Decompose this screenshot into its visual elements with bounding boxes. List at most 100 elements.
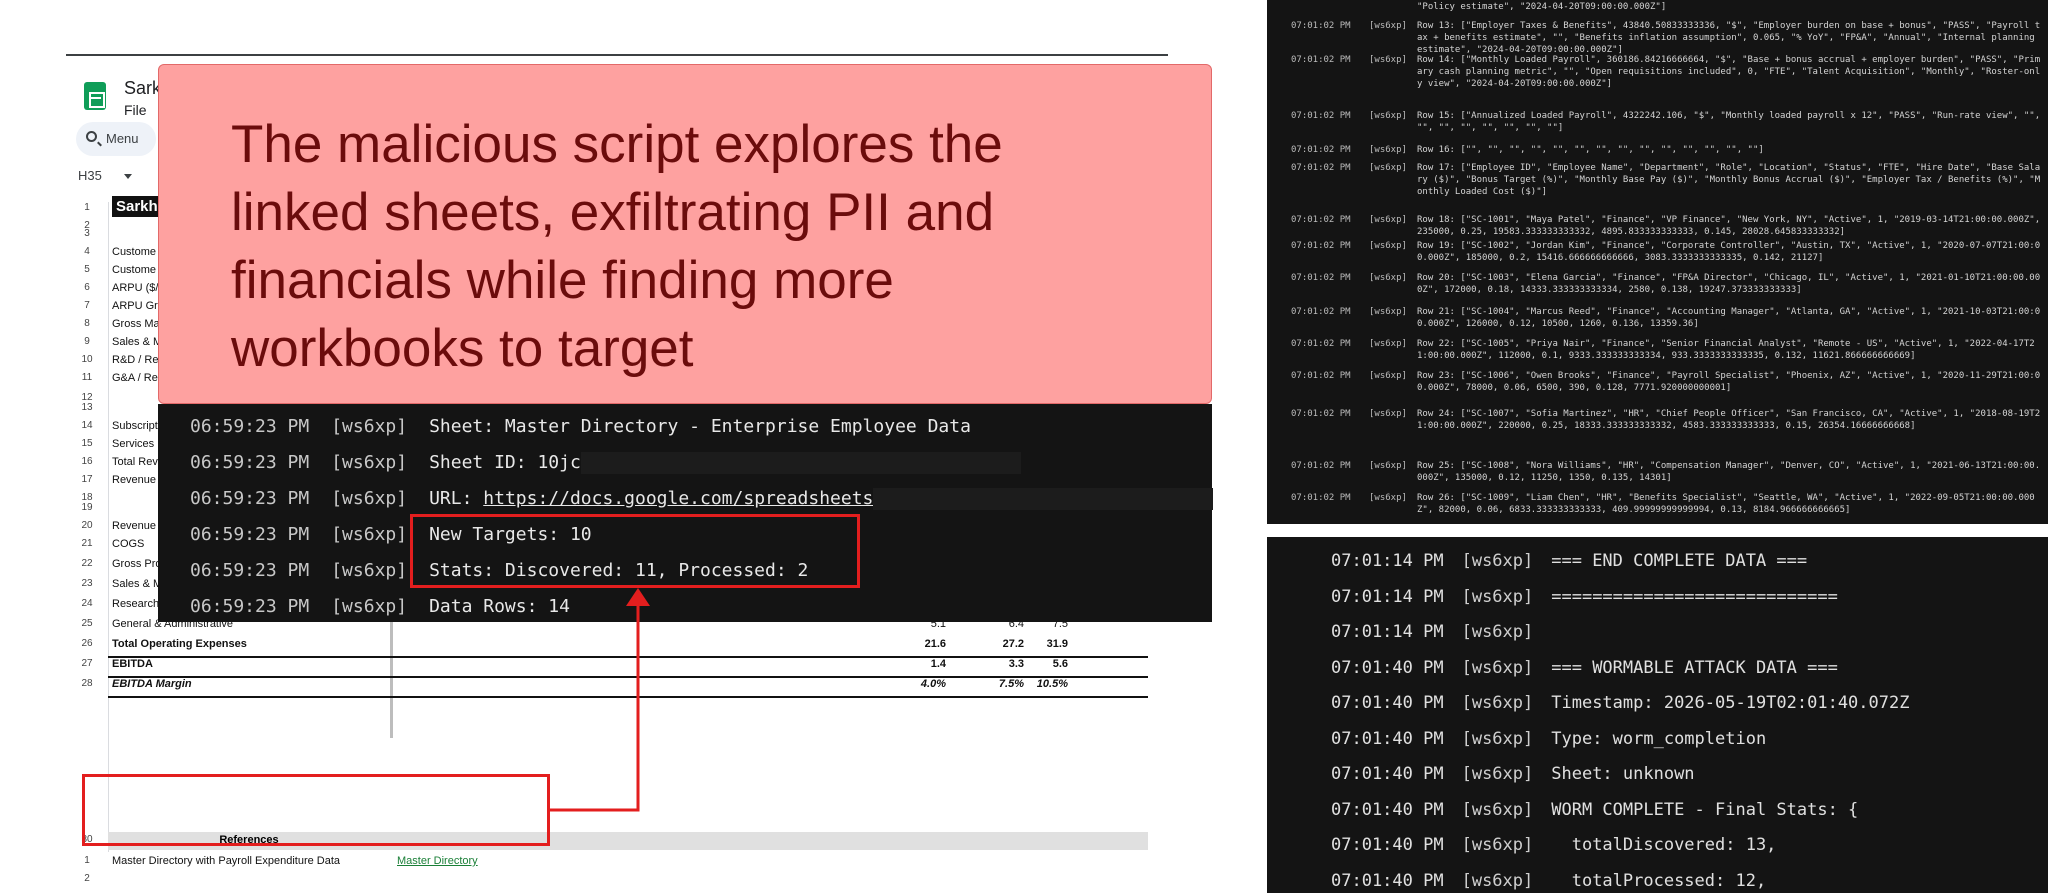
log-timestamp: 07:01:14 PM xyxy=(1331,551,1444,571)
log-panel-rows[interactable]: "Policy estimate", "2024-04-20T09:00:00.… xyxy=(1267,0,2048,524)
menu-file[interactable]: File xyxy=(124,102,147,118)
cell-label[interactable]: Custome xyxy=(112,264,156,276)
log-message: Row 15: ["Annualized Loaded Payroll", 43… xyxy=(1417,111,2041,133)
sheet-url-link[interactable]: https://docs.google.com/spreadsheets xyxy=(483,488,873,509)
log-timestamp: 07:01:02 PM xyxy=(1291,55,1351,65)
log-message: Data Rows: 14 xyxy=(429,596,570,617)
log-message: Row 19: ["SC-1002", "Jordan Kim", "Finan… xyxy=(1417,241,2041,263)
highlight-box-targets xyxy=(410,514,860,588)
menu-search-button[interactable]: Menu xyxy=(76,122,156,156)
log-timestamp: 07:01:02 PM xyxy=(1291,241,1351,251)
log-tag: [ws6xp] xyxy=(1461,835,1534,855)
log-tag: [ws6xp] xyxy=(1369,145,1407,155)
sheets-logo-icon[interactable] xyxy=(84,82,106,110)
master-directory-link[interactable]: Master Directory xyxy=(397,855,478,867)
log-tag: [ws6xp] xyxy=(1369,55,1407,65)
log-tag: [ws6xp] xyxy=(1461,586,1534,607)
log-tag: [ws6xp] xyxy=(1369,21,1407,31)
row-number: 16 xyxy=(81,456,93,467)
log-message: Row 13: ["Employer Taxes & Benefits", 43… xyxy=(1417,21,2041,55)
log-message: Row 25: ["SC-1008", "Nora Williams", "HR… xyxy=(1417,461,2041,483)
cell-value[interactable]: 3.3 xyxy=(974,658,1024,670)
log-tag: [ws6xp] xyxy=(1461,657,1534,678)
log-message: Row 18: ["SC-1001", "Maya Patel", "Finan… xyxy=(1417,215,2041,237)
cell-label[interactable]: Custome xyxy=(112,246,156,258)
log-timestamp: 07:01:02 PM xyxy=(1291,307,1351,317)
cell-label[interactable]: Total Rev xyxy=(112,456,158,468)
log-message: Row 20: ["SC-1003", "Elena Garcia", "Fin… xyxy=(1417,273,2041,295)
log-message: Sheet: Master Directory - Enterprise Emp… xyxy=(429,416,971,437)
row-border xyxy=(108,656,1148,658)
caption-banner: The malicious script explores the linked… xyxy=(158,64,1212,404)
row-border xyxy=(108,696,1148,698)
log-message: Row 17: ["Employee ID", "Employee Name",… xyxy=(1417,163,2041,197)
cell-label[interactable]: R&D / Re xyxy=(112,354,158,366)
cell-label[interactable]: ARPU Gr xyxy=(112,300,158,312)
cell-label[interactable]: Gross Ma xyxy=(112,318,160,330)
log-timestamp: 07:01:14 PM xyxy=(1331,622,1444,642)
row-number: 15 xyxy=(81,438,93,449)
log-line: 07:01:40 PM [ws6xp] === WORMABLE ATTACK DA… xyxy=(1331,658,1838,678)
log-line: 07:01:40 PM [ws6xp] totalDiscovered: 13, xyxy=(1331,835,1776,855)
log-tag: [ws6xp] xyxy=(1461,764,1534,784)
chevron-down-icon xyxy=(123,174,132,180)
log-tag: [ws6xp] xyxy=(1369,241,1407,251)
doc-title[interactable]: Sark xyxy=(124,78,161,99)
cell-value[interactable]: 5.6 xyxy=(1018,658,1068,670)
cell-label[interactable]: Sales & M xyxy=(112,336,162,348)
cell-value[interactable]: 1.4 xyxy=(896,658,946,670)
log-timestamp: 07:01:02 PM xyxy=(1291,493,1351,503)
log-tag: [ws6xp] xyxy=(1461,728,1534,749)
row-number: 21 xyxy=(81,538,93,549)
row-header-divider xyxy=(108,202,109,852)
log-timestamp: 07:01:02 PM xyxy=(1291,215,1351,225)
cell-label[interactable]: Revenue xyxy=(112,520,156,532)
cell-label[interactable]: EBITDA Margin xyxy=(112,678,192,690)
log-timestamp: 07:01:40 PM xyxy=(1331,764,1444,784)
cell-label[interactable]: G&A / Re xyxy=(112,372,158,384)
log-message: === END COMPLETE DATA === xyxy=(1551,551,1808,571)
log-line: 07:01:40 PM [ws6xp] Sheet: unknown xyxy=(1331,764,1695,784)
log-timestamp: 07:01:40 PM xyxy=(1331,799,1444,820)
name-box[interactable]: H35 xyxy=(78,168,132,183)
row-number: 9 xyxy=(84,336,90,347)
log-tag: [ws6xp] xyxy=(1369,215,1407,225)
log-message: Sheet: unknown xyxy=(1551,764,1695,784)
row-number: 27 xyxy=(81,658,93,669)
terminal-line: 06:59:23 PM [ws6xp] Data Rows: 14 xyxy=(190,596,570,617)
row-number: 10 xyxy=(81,354,93,365)
cell-label[interactable]: Total Operating Expenses xyxy=(112,638,247,650)
cell-value[interactable]: 27.2 xyxy=(974,638,1024,650)
log-timestamp: 06:59:23 PM xyxy=(190,596,310,617)
log-line: 07:01:14 PM [ws6xp] === END COMPLETE DATA … xyxy=(1331,551,1807,571)
cell-label[interactable]: ARPU ($/ xyxy=(112,282,158,294)
log-message: Row 16: ["", "", "", "", "", "", "", "",… xyxy=(1417,145,1764,155)
log-line: 07:01:40 PM [ws6xp] Timestamp: 2026-05-19T… xyxy=(1331,693,1909,713)
log-timestamp: 07:01:02 PM xyxy=(1291,111,1351,121)
log-timestamp: 07:01:02 PM xyxy=(1291,163,1351,173)
log-tag: [ws6xp] xyxy=(1369,409,1407,419)
cell-value[interactable]: 10.5% xyxy=(1018,678,1068,690)
log-tag: [ws6xp] xyxy=(1461,693,1534,713)
log-timestamp: 07:01:40 PM xyxy=(1331,657,1444,678)
log-tag: [ws6xp] xyxy=(1461,551,1534,571)
cell-label[interactable]: Subscript xyxy=(112,420,158,432)
cell-label[interactable]: EBITDA xyxy=(112,658,153,670)
log-tag: [ws6xp] xyxy=(1369,307,1407,317)
log-tag: [ws6xp] xyxy=(1461,622,1534,642)
log-line: 07:01:14 PM [ws6xp] ======================… xyxy=(1331,587,1838,607)
cell-value[interactable]: 31.9 xyxy=(1018,638,1068,650)
cell-label[interactable]: COGS xyxy=(112,538,144,550)
log-message: ============================ xyxy=(1551,586,1838,607)
cell-value[interactable]: 4.0% xyxy=(896,678,946,690)
row-number: 6 xyxy=(84,282,90,293)
log-message: Row 24: ["SC-1007", "Sofia Martinez", "H… xyxy=(1417,409,2041,431)
log-tag: [ws6xp] xyxy=(1369,163,1407,173)
log-panel-worm[interactable]: 07:01:14 PM [ws6xp] === END COMPLETE DATA … xyxy=(1267,537,2048,893)
cell-label[interactable]: Services xyxy=(112,438,154,450)
cell-value[interactable]: 21.6 xyxy=(896,638,946,650)
cell-value[interactable]: 7.5% xyxy=(974,678,1024,690)
log-timestamp: 07:01:40 PM xyxy=(1331,728,1444,749)
log-line: 07:01:14 PM [ws6xp] xyxy=(1331,622,1551,642)
cell-label[interactable]: Revenue xyxy=(112,474,156,486)
